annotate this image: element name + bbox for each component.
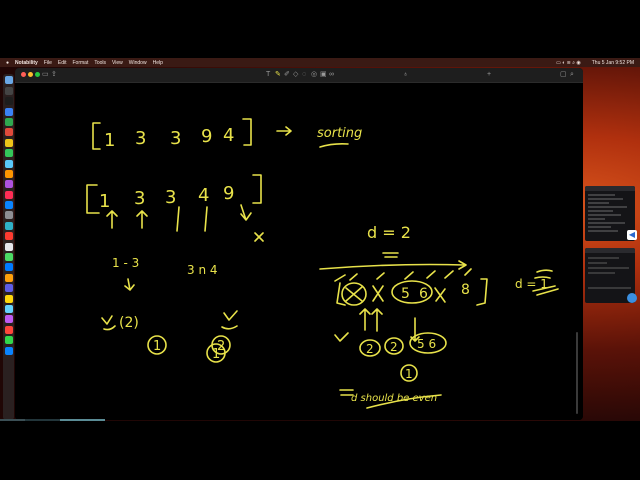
text-tool-icon[interactable]: T: [266, 70, 270, 79]
dock-app-icon[interactable]: [4, 284, 13, 293]
dock-app-icon[interactable]: [4, 346, 13, 355]
dock-app-icon[interactable]: [4, 242, 13, 251]
arrow-right: [276, 126, 292, 136]
desktop-screen: ● Notability File Edit Format Tools View…: [0, 58, 640, 421]
app-name[interactable]: Notability: [15, 60, 38, 66]
circled-row-2: 5 6: [417, 337, 436, 351]
vscode-icon[interactable]: ◀: [627, 230, 637, 240]
row-value-1: 6: [419, 286, 428, 302]
highlighter-tool-icon[interactable]: ✐: [284, 70, 290, 79]
bottom-text: d should be even: [351, 393, 437, 404]
dock-app-icon[interactable]: [4, 107, 13, 116]
top-array-2: 3: [170, 128, 181, 149]
microphone-icon[interactable]: ♁: [403, 70, 408, 79]
right-circled: 2: [217, 339, 225, 354]
image-tool-icon[interactable]: ▣: [320, 70, 327, 79]
pages-icon[interactable]: ▢: [560, 70, 567, 79]
clock[interactable]: Thu 5 Jan 9:52 PM: [592, 60, 634, 66]
d-right: d = 1: [515, 277, 548, 291]
sorting-label: sorting: [317, 126, 362, 141]
note-canvas[interactable]: 1 3 3 9 4 sorting 1 3 3 4 9 1 - 3 3 n 4 …: [15, 83, 583, 420]
sorted-array-1: 3: [134, 188, 145, 209]
note-toolbar: ▭ ⇪ T ✎ ✐ ◇ ◌ ◎ ▣ ∞ ♁ + ▢ ⌕: [15, 68, 583, 83]
notability-window: ▭ ⇪ T ✎ ✐ ◇ ◌ ◎ ▣ ∞ ♁ + ▢ ⌕ 1 3 3 9 4 so…: [15, 68, 583, 420]
dock-app-icon[interactable]: [4, 263, 13, 272]
bracket-right: [242, 118, 252, 146]
menu-edit[interactable]: Edit: [58, 60, 67, 66]
eraser-tool-icon[interactable]: ◇: [293, 70, 298, 79]
add-page-icon[interactable]: +: [487, 70, 491, 79]
zoom-button[interactable]: [35, 72, 40, 77]
row-value-0: 5: [401, 286, 410, 302]
dock-app-icon[interactable]: [4, 149, 13, 158]
menu-format[interactable]: Format: [73, 60, 89, 66]
dock-app-icon[interactable]: [4, 336, 13, 345]
dock-app-icon[interactable]: [4, 128, 13, 137]
close-button[interactable]: [21, 72, 26, 77]
dock-app-icon[interactable]: [4, 190, 13, 199]
dock-app-icon[interactable]: [4, 86, 13, 95]
top-array-1: 3: [135, 128, 146, 149]
search-icon[interactable]: ⌕: [570, 70, 574, 79]
bracket-left: [92, 122, 101, 150]
dock-app-icon[interactable]: [4, 97, 13, 106]
sorted-array-3: 4: [198, 185, 209, 206]
apple-icon[interactable]: ●: [6, 60, 9, 66]
pair-left: 1 - 3: [112, 256, 139, 270]
handwriting-layer: 1 3 3 9 4 sorting 1 3 3 4 9 1 - 3 3 n 4 …: [86, 118, 578, 414]
menu-tools[interactable]: Tools: [94, 60, 106, 66]
sorted-array-4: 9: [223, 183, 234, 204]
pair-right: 3 n 4: [187, 263, 218, 277]
dock-app-icon[interactable]: [4, 117, 13, 126]
minimize-button[interactable]: [28, 72, 33, 77]
dock-app-icon[interactable]: [4, 294, 13, 303]
dock-app-icon[interactable]: [4, 201, 13, 210]
menu-help[interactable]: Help: [153, 60, 163, 66]
dock-app-icon[interactable]: [4, 180, 13, 189]
shapes-tool-icon[interactable]: ◎: [311, 70, 317, 79]
dock-app-icon[interactable]: [4, 169, 13, 178]
sidebar-icon[interactable]: ▭: [42, 70, 49, 79]
sorted-array-0: 1: [99, 191, 110, 212]
dock-app-icon[interactable]: [4, 76, 13, 85]
left-count: (2): [119, 315, 139, 331]
dock-app-icon[interactable]: [4, 211, 13, 220]
pen-tool-icon[interactable]: ✎: [275, 70, 281, 79]
menu-bar: ● Notability File Edit Format Tools View…: [0, 58, 640, 67]
dock-app-icon[interactable]: [4, 325, 13, 334]
dock-app-icon[interactable]: [4, 159, 13, 168]
circled-one: 1: [405, 367, 413, 381]
status-icons[interactable]: ▭ ◐ ≋ ⌕ ◉: [556, 60, 581, 66]
share-icon[interactable]: ⇪: [51, 70, 57, 79]
presenter-video: [0, 419, 105, 421]
d-value: d = 2: [367, 223, 411, 242]
dock-app-icon[interactable]: [4, 221, 13, 230]
row-value-2: 8: [461, 282, 470, 298]
lasso-tool-icon[interactable]: ◌: [302, 70, 306, 79]
underline-sorting: [319, 143, 349, 148]
top-array-3: 9: [201, 126, 212, 147]
dock-app-icon[interactable]: [4, 273, 13, 282]
dock-app-icon[interactable]: [4, 304, 13, 313]
top-array-0: 1: [104, 130, 115, 151]
dock-app-icon[interactable]: [4, 138, 13, 147]
circled-row-1: 2: [390, 340, 398, 354]
sorted-array-2: 3: [165, 187, 176, 208]
menu-file[interactable]: File: [44, 60, 52, 66]
webcam-overlay: [0, 419, 105, 421]
dock-app-icon[interactable]: [4, 315, 13, 324]
top-array-4: 4: [223, 125, 234, 146]
bracket-right-sorted: [252, 174, 262, 204]
app-badge-icon[interactable]: [627, 293, 637, 303]
menu-view[interactable]: View: [112, 60, 123, 66]
dock-app-icon[interactable]: [4, 232, 13, 241]
circled-row-0: 2: [366, 342, 374, 356]
left-circled: 1: [153, 339, 161, 354]
menu-window[interactable]: Window: [129, 60, 147, 66]
dock: [3, 74, 14, 420]
bracket-left-sorted: [86, 184, 100, 214]
dock-app-icon[interactable]: [4, 253, 13, 262]
link-tool-icon[interactable]: ∞: [329, 70, 334, 79]
